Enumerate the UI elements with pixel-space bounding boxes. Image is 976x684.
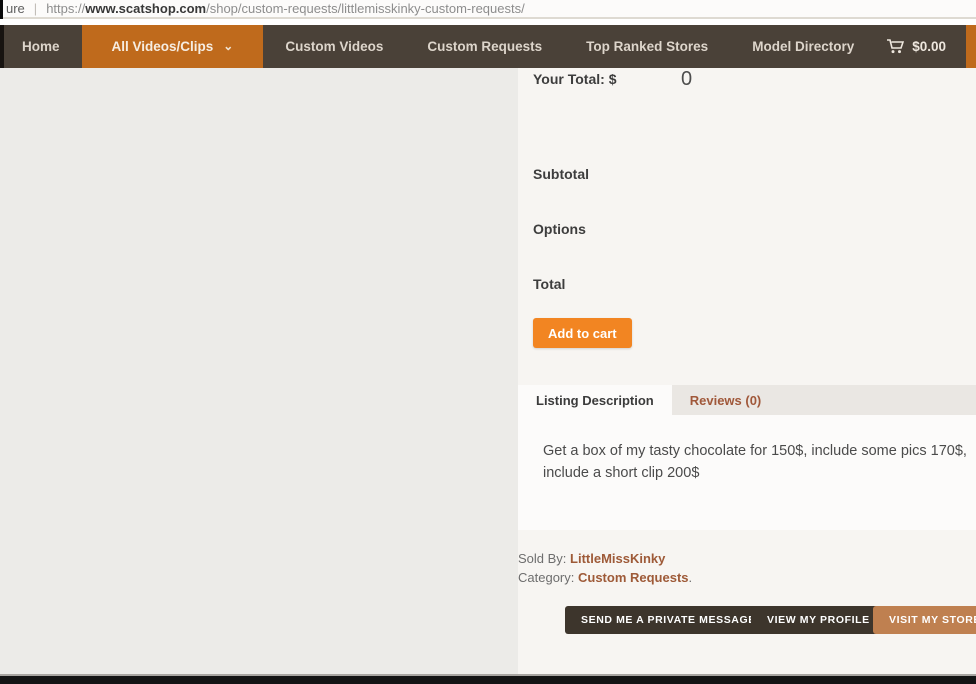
page: ure | https://www.scatshop.com/shop/cust… [0,0,976,684]
nav-item-label: Custom Videos [285,39,383,54]
your-total-value: 0 [681,68,692,91]
url-path: /shop/custom-requests/littlemisskinky-cu… [206,1,525,16]
nav-item-custom-requests[interactable]: Custom Requests [405,25,564,68]
window-left-edge [0,0,3,19]
nav-item-label: All Videos/Clips [112,39,214,54]
window-bottom-edge [0,676,976,684]
url-prefix-fragment: ure [6,1,25,16]
tab-label: Listing Description [536,393,654,408]
nav-item-label: Top Ranked Stores [586,39,708,54]
chevron-down-icon: ⌄ [223,39,233,53]
subtotal-label: Subtotal [533,166,589,182]
nav-item-custom-videos[interactable]: Custom Videos [263,25,405,68]
main-content: Your Total: $ 0 Subtotal Options Total A… [0,68,976,676]
nav-item-home[interactable]: Home [0,25,82,68]
nav-item-label: Home [22,39,60,54]
description-line: include a short clip 200$ [543,462,968,484]
nav-item-top-ranked-stores[interactable]: Top Ranked Stores [564,25,730,68]
cart-button[interactable]: $0.00 [887,25,946,68]
visit-my-store-button[interactable]: VISIT MY STORE [873,606,976,634]
sold-by-row: Sold By: LittleMissKinky [518,551,665,566]
tab-reviews[interactable]: Reviews (0) [672,385,780,415]
description-line: Get a box of my tasty chocolate for 150$… [543,440,968,462]
tab-listing-description[interactable]: Listing Description [518,385,672,415]
category-row: Category: Custom Requests. [518,570,692,585]
url-separator: | [34,1,37,16]
url-scheme: https:// [46,1,85,16]
main-nav: Home All Videos/Clips ⌄ Custom Videos Cu… [0,25,976,68]
listing-description-text: Get a box of my tasty chocolate for 150$… [518,415,976,484]
nav-right-strip [966,25,976,68]
category-link[interactable]: Custom Requests [578,570,689,585]
browser-url-bar[interactable]: ure | https://www.scatshop.com/shop/cust… [0,0,976,19]
listing-description-panel: Get a box of my tasty chocolate for 150$… [518,415,976,530]
nav-item-model-directory[interactable]: Model Directory [730,25,876,68]
your-total-label: Your Total: $ [533,71,616,87]
total-label: Total [533,276,565,292]
nav-item-all-videos-clips[interactable]: All Videos/Clips ⌄ [82,25,264,68]
category-suffix: . [689,570,693,585]
seller-name-link[interactable]: LittleMissKinky [570,551,665,566]
cart-amount: $0.00 [912,39,946,54]
product-tabs: Listing Description Reviews (0) [518,385,976,415]
send-private-message-button[interactable]: SEND ME A PRIVATE MESSAGE [565,606,772,634]
tab-label: Reviews (0) [690,393,762,408]
sold-by-label: Sold By: [518,551,570,566]
view-my-profile-button[interactable]: VIEW MY PROFILE [751,606,886,634]
add-to-cart-button[interactable]: Add to cart [533,318,632,348]
nav-item-label: Model Directory [752,39,854,54]
product-panel: Your Total: $ 0 Subtotal Options Total A… [518,68,976,676]
options-label: Options [533,221,586,237]
category-label: Category: [518,570,578,585]
url-domain: www.scatshop.com [85,1,206,16]
url-text[interactable]: ure | https://www.scatshop.com/shop/cust… [6,0,525,17]
nav-left-edge [0,25,4,68]
nav-item-label: Custom Requests [427,39,542,54]
cart-icon [887,39,904,54]
